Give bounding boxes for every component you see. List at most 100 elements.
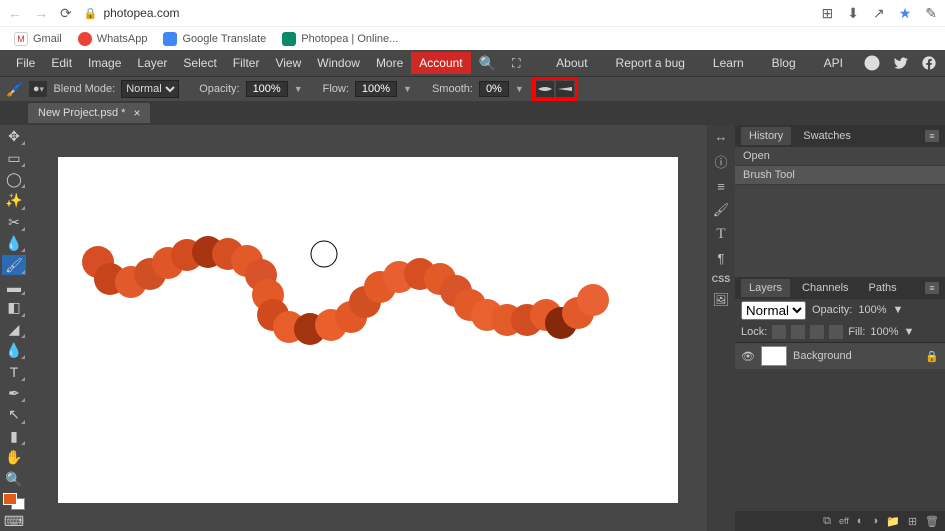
adjustment-icon[interactable]: ◑	[871, 515, 878, 527]
history-menu-icon[interactable]: ≡	[925, 130, 939, 142]
url-text[interactable]: photopea.com	[103, 6, 179, 20]
brush-icon[interactable]: 🖌️	[6, 81, 23, 98]
align-panel-icon[interactable]: ≡	[717, 179, 725, 194]
lasso-tool[interactable]: ◯	[2, 170, 26, 189]
fill-dropdown-icon[interactable]: ▼	[904, 326, 915, 338]
stamp-tool[interactable]: ▬	[2, 277, 26, 296]
lock-pos-icon[interactable]	[810, 325, 824, 339]
document-tab[interactable]: New Project.psd * ×	[28, 103, 150, 123]
zoom-tool[interactable]: 🔍	[2, 470, 26, 489]
shape-tool[interactable]: ▮	[2, 427, 26, 446]
close-tab-icon[interactable]: ×	[133, 106, 140, 120]
layer-opacity-value[interactable]: 100%	[858, 304, 886, 316]
menu-select[interactable]: Select	[175, 52, 224, 74]
forward-icon[interactable]: →	[34, 5, 48, 21]
swatches-tab[interactable]: Swatches	[795, 127, 859, 145]
wand-tool[interactable]: ✨	[2, 191, 26, 210]
channels-tab[interactable]: Channels	[794, 279, 856, 297]
paths-tab[interactable]: Paths	[861, 279, 905, 297]
link-layers-icon[interactable]: ⧉	[823, 515, 831, 528]
bookmark-photopea[interactable]: Photopea | Online...	[282, 32, 398, 46]
flow-dropdown-icon[interactable]: ▼	[403, 84, 412, 94]
pen-tool[interactable]: ✒	[2, 384, 26, 403]
menu-window[interactable]: Window	[309, 52, 368, 74]
menu-edit[interactable]: Edit	[43, 52, 80, 74]
menu-bug[interactable]: Report a bug	[608, 52, 693, 74]
layer-fx-icon[interactable]: eff	[839, 516, 849, 526]
layer-lock-icon[interactable]: 🔒	[925, 350, 939, 363]
eraser-tool[interactable]: ◧	[2, 298, 26, 317]
canvas[interactable]	[58, 157, 678, 503]
menu-blog[interactable]: Blog	[764, 52, 804, 74]
new-layer-icon[interactable]: ⊞	[908, 515, 917, 528]
reddit-icon[interactable]	[863, 54, 881, 72]
hand-tool[interactable]: ✋	[2, 448, 26, 467]
smooth-value[interactable]: 0%	[479, 81, 509, 97]
quickmask-tool[interactable]: ⌨	[2, 512, 26, 531]
layers-tab[interactable]: Layers	[741, 279, 790, 297]
blur-tool[interactable]: 💧	[2, 341, 26, 360]
layer-blend-select[interactable]: Normal	[741, 301, 806, 320]
search-icon[interactable]: 🔍	[471, 51, 504, 76]
marquee-tool[interactable]: ▭	[2, 148, 26, 167]
path-tool[interactable]: ↖	[2, 405, 26, 424]
css-panel-icon[interactable]: CSS	[712, 274, 731, 284]
eyedrop-tool[interactable]: 💧	[2, 234, 26, 253]
collapse-icon[interactable]: ↔	[715, 129, 728, 144]
brush-size-preview[interactable]: ●▾	[29, 81, 47, 97]
menu-api[interactable]: API	[816, 52, 851, 74]
visibility-icon[interactable]: 👁	[741, 350, 755, 363]
reload-icon[interactable]: ⟳	[60, 5, 72, 22]
opacity-dropdown-icon[interactable]: ▼	[294, 84, 303, 94]
character-panel-icon[interactable]: T	[716, 226, 725, 243]
pressure-size-button[interactable]	[556, 81, 574, 97]
layer-opacity-dropdown-icon[interactable]: ▼	[893, 304, 904, 316]
star-icon[interactable]: ★	[899, 5, 912, 22]
brushes-panel-icon[interactable]: 🖌	[713, 202, 730, 218]
download-icon[interactable]: ⬇	[847, 5, 859, 22]
paragraph-panel-icon[interactable]: ¶	[718, 251, 725, 266]
flow-value[interactable]: 100%	[355, 81, 397, 97]
history-item-open[interactable]: Open	[735, 147, 945, 166]
lock-pixel-icon[interactable]	[791, 325, 805, 339]
pressure-opacity-button[interactable]	[536, 81, 554, 97]
menu-more[interactable]: More	[368, 52, 411, 74]
move-tool[interactable]: ✥	[2, 127, 26, 146]
layer-row-background[interactable]: 👁 Background 🔒	[735, 343, 945, 369]
fill-value[interactable]: 100%	[870, 326, 898, 338]
extension-icon[interactable]: ✎	[925, 5, 937, 22]
folder-icon[interactable]: 📁	[886, 515, 900, 528]
type-tool[interactable]: T	[2, 362, 26, 381]
menu-learn[interactable]: Learn	[705, 52, 752, 74]
fullscreen-icon[interactable]: ⛶	[504, 52, 528, 75]
info-panel-icon[interactable]: ⓘ	[714, 152, 727, 171]
trash-icon[interactable]: 🗑	[925, 515, 939, 528]
color-swatch[interactable]	[3, 493, 25, 510]
layers-menu-icon[interactable]: ≡	[925, 282, 939, 294]
menu-file[interactable]: File	[8, 52, 43, 74]
bookmark-whatsapp[interactable]: WhatsApp	[78, 32, 148, 46]
back-icon[interactable]: ←	[8, 5, 22, 21]
menu-layer[interactable]: Layer	[129, 52, 175, 74]
opacity-value[interactable]: 100%	[246, 81, 288, 97]
lock-trans-icon[interactable]	[772, 325, 786, 339]
image-panel-icon[interactable]: 🖼	[713, 292, 730, 308]
brush-tool[interactable]: 🖌	[2, 255, 26, 274]
history-tab[interactable]: History	[741, 127, 791, 145]
menu-about[interactable]: About	[548, 52, 595, 74]
menu-image[interactable]: Image	[80, 52, 129, 74]
bookmark-gmail[interactable]: MGmail	[14, 32, 62, 46]
lock-all-icon[interactable]	[829, 325, 843, 339]
twitter-icon[interactable]	[893, 55, 909, 71]
smooth-dropdown-icon[interactable]: ▼	[515, 84, 524, 94]
share-icon[interactable]: ↗	[873, 5, 885, 22]
history-item-brush[interactable]: Brush Tool	[735, 166, 945, 185]
facebook-icon[interactable]	[921, 55, 937, 71]
install-icon[interactable]: ⊞	[822, 5, 834, 22]
blendmode-select[interactable]: Normal	[121, 80, 179, 98]
crop-tool[interactable]: ✂	[2, 213, 26, 232]
layer-mask-icon[interactable]: ◐	[857, 515, 864, 527]
menu-view[interactable]: View	[267, 52, 309, 74]
bookmark-translate[interactable]: Google Translate	[163, 32, 266, 46]
menu-account[interactable]: Account	[411, 52, 470, 74]
